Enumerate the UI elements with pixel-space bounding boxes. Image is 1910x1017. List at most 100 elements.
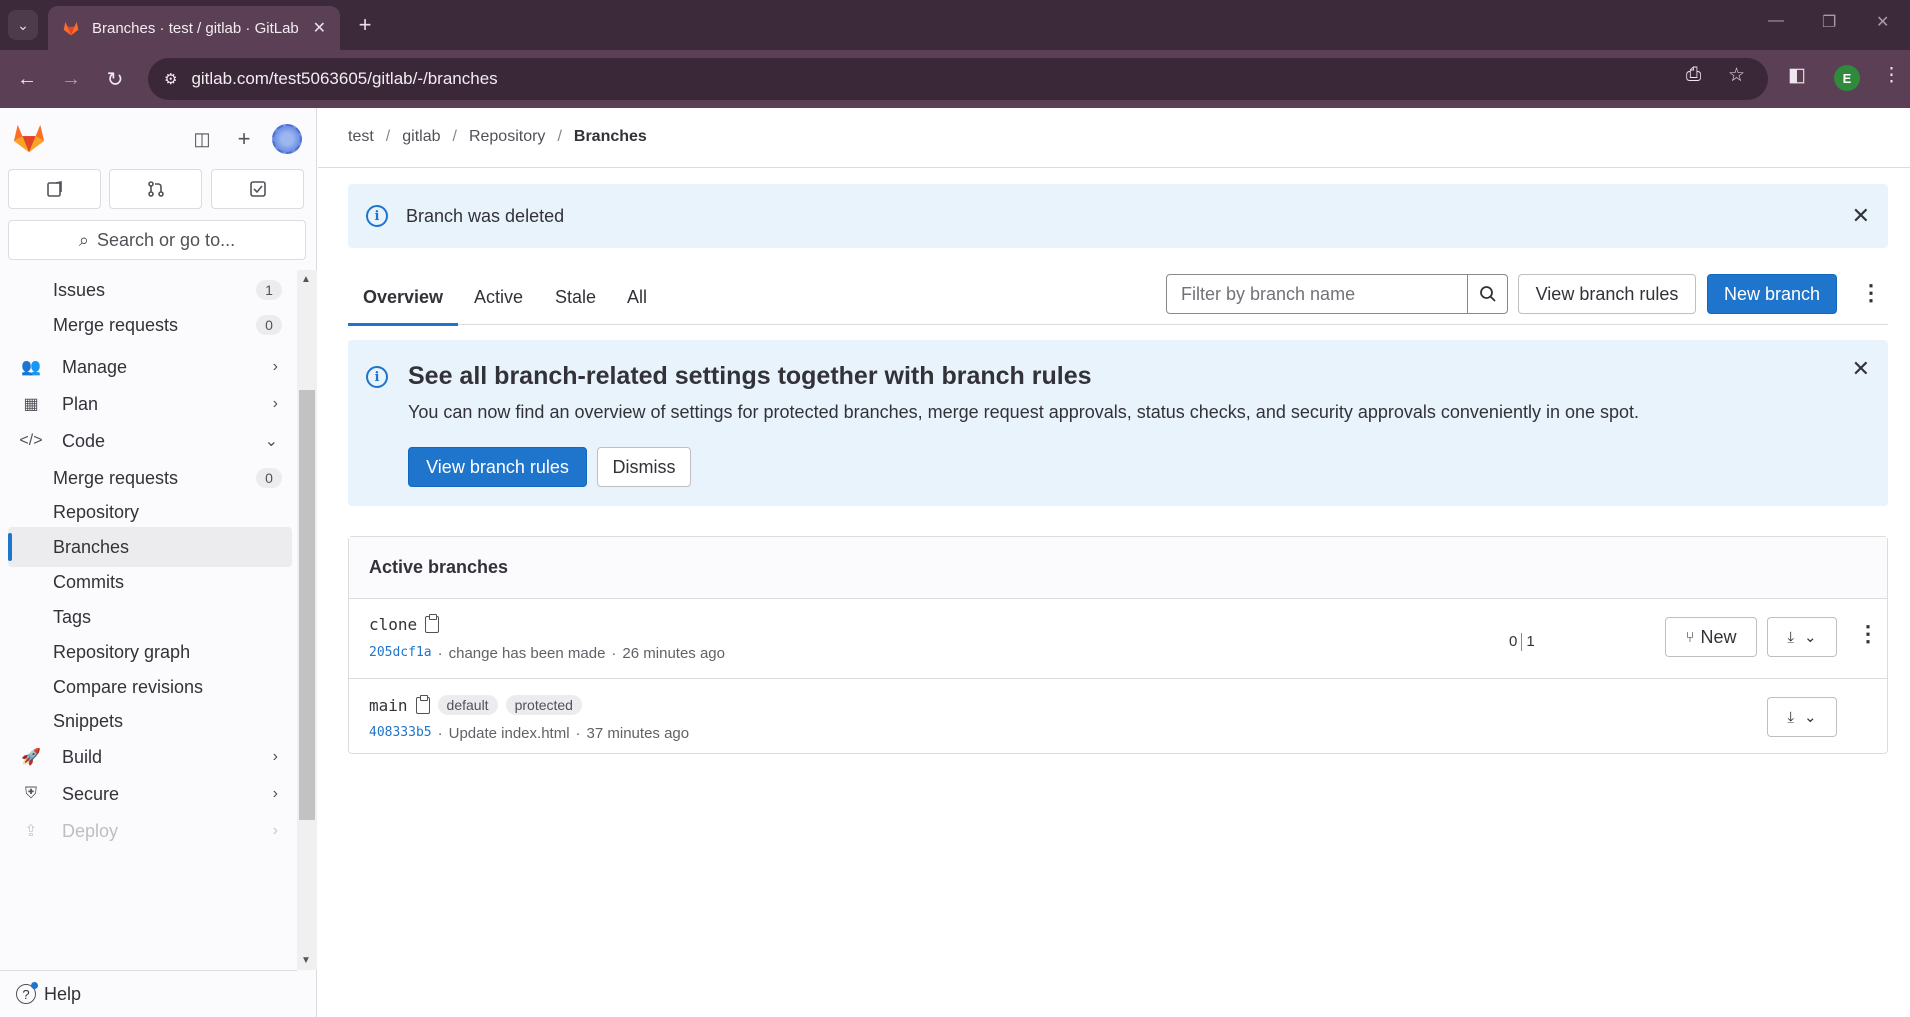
chevron-down-icon: ⌄ xyxy=(264,433,278,450)
commit-sha-link[interactable]: 205dcf1a xyxy=(369,645,432,662)
close-icon[interactable]: ✕ xyxy=(1852,203,1870,229)
divergence-divider xyxy=(1521,633,1523,651)
site-settings-icon[interactable]: ⚙ xyxy=(164,70,177,88)
sidebar-item-issues[interactable]: Issues 1 xyxy=(8,270,292,310)
rocket-icon: 🚀 xyxy=(21,749,41,766)
download-dropdown[interactable]: ⤓ ⌄ xyxy=(1767,697,1837,737)
branch-name-link[interactable]: main xyxy=(369,696,408,715)
sidebar-scrollbar[interactable]: ▲ ▼ xyxy=(297,270,317,970)
sidebar-item-snippets[interactable]: Snippets xyxy=(8,701,292,741)
promo-body: You can now find an overview of settings… xyxy=(408,402,1640,422)
tab-all[interactable]: All xyxy=(627,270,647,325)
header-divider xyxy=(318,167,1910,168)
branch-row: clone 205dcf1a · change has been made · … xyxy=(349,599,1887,677)
sidebar-item-branches[interactable]: Branches xyxy=(8,527,292,567)
protected-badge: protected xyxy=(505,695,582,715)
chevron-right-icon: › xyxy=(272,395,278,412)
download-dropdown[interactable]: ⤓ ⌄ xyxy=(1767,617,1837,657)
sidebar-item-label: Secure xyxy=(62,783,120,804)
commit-message[interactable]: Update index.html xyxy=(449,725,570,742)
tab-close-icon[interactable]: ✕ xyxy=(313,18,326,38)
collapse-sidebar-icon[interactable]: ◫ xyxy=(189,126,215,152)
restore-icon[interactable]: ❐ xyxy=(1822,12,1836,32)
branch-actions-kebab-icon[interactable]: ⋮ xyxy=(1857,621,1879,647)
branch-filter xyxy=(1166,274,1508,314)
reload-icon[interactable]: ↻ xyxy=(100,64,130,94)
commit-message[interactable]: change has been made xyxy=(449,645,606,662)
more-actions-kebab-icon[interactable]: ⋮ xyxy=(1860,280,1882,306)
sidebar-item-label: Repository graph xyxy=(53,641,191,662)
back-arrow-icon[interactable]: ← xyxy=(12,64,42,94)
commit-sha-link[interactable]: 408333b5 xyxy=(369,725,432,742)
deploy-icon: ⇪ xyxy=(24,823,38,840)
separator: · xyxy=(611,645,617,662)
sidebar-item-repository[interactable]: Repository xyxy=(8,492,292,532)
side-panel-icon[interactable]: ◧ xyxy=(1788,64,1806,87)
sidebar-item-merge-requests[interactable]: Merge requests 0 xyxy=(8,305,292,345)
tab-active[interactable]: Active xyxy=(474,270,523,325)
tab-list-chevron-icon[interactable]: ⌄ xyxy=(8,10,38,40)
merge-request-icon: ⑂ xyxy=(1685,628,1695,646)
branch-name-link[interactable]: clone xyxy=(369,615,417,634)
search-icon[interactable] xyxy=(1467,275,1507,313)
address-bar[interactable]: ⚙ gitlab.com/test5063605/gitlab/-/branch… xyxy=(148,58,1768,100)
gitlab-logo-icon[interactable] xyxy=(12,122,46,154)
tab-stale[interactable]: Stale xyxy=(555,270,596,325)
sidebar-item-label: Compare revisions xyxy=(53,676,204,697)
user-avatar[interactable] xyxy=(272,124,302,154)
browser-menu-icon[interactable]: ⋮ xyxy=(1882,64,1901,87)
install-app-icon[interactable]: ⎙ xyxy=(1686,64,1701,86)
sidebar-item-plan[interactable]: ▦ Plan › xyxy=(8,384,292,424)
new-branch-button[interactable]: New branch xyxy=(1707,274,1837,314)
copy-icon[interactable] xyxy=(425,614,440,633)
sidebar-item-commits[interactable]: Commits xyxy=(8,562,292,602)
sidebar-item-manage[interactable]: 👥 Manage › xyxy=(8,347,292,387)
sidebar-search[interactable]: ⌕ Search or go to... xyxy=(8,220,306,260)
merge-requests-shortcut-icon[interactable] xyxy=(109,169,202,209)
dismiss-button[interactable]: Dismiss xyxy=(597,447,691,487)
close-icon[interactable]: ✕ xyxy=(1852,356,1870,382)
new-tab-plus-icon[interactable]: + xyxy=(350,10,380,40)
browser-tab[interactable]: Branches · test / gitlab · GitLab ✕ xyxy=(48,6,340,50)
count-badge: 0 xyxy=(256,315,282,335)
sidebar-item-deploy[interactable]: ⇪ Deploy › xyxy=(8,811,292,851)
alert-message: Branch was deleted xyxy=(406,205,565,226)
view-branch-rules-button[interactable]: View branch rules xyxy=(1518,274,1696,314)
minimize-icon[interactable]: — xyxy=(1768,12,1784,30)
promo-view-branch-rules-button[interactable]: View branch rules xyxy=(408,447,587,487)
commits-behind: 0 xyxy=(1509,633,1518,650)
scroll-up-arrow-icon[interactable]: ▲ xyxy=(301,274,311,285)
tab-overview[interactable]: Overview xyxy=(347,270,459,326)
info-icon: i xyxy=(366,205,388,227)
count-badge: 1 xyxy=(256,280,282,300)
search-icon: ⌕ xyxy=(78,229,89,250)
new-merge-request-button[interactable]: ⑂ New xyxy=(1665,617,1757,657)
profile-avatar[interactable]: E xyxy=(1834,65,1860,91)
help-button[interactable]: ? Help xyxy=(0,970,297,1017)
count-badge: 0 xyxy=(256,468,282,488)
create-new-plus-icon[interactable]: + xyxy=(231,126,257,152)
sidebar-item-repository-graph[interactable]: Repository graph xyxy=(8,632,292,672)
scrollbar-thumb[interactable] xyxy=(299,390,315,820)
forward-arrow-icon[interactable]: → xyxy=(56,64,86,94)
breadcrumb-current[interactable]: Branches xyxy=(574,128,647,146)
issues-shortcut-icon[interactable] xyxy=(8,169,101,209)
sidebar-item-code[interactable]: </> Code ⌄ xyxy=(8,421,292,461)
breadcrumb-item[interactable]: test xyxy=(348,128,374,146)
sidebar-item-label: Merge requests xyxy=(53,467,179,488)
copy-icon[interactable] xyxy=(415,694,430,714)
browser-toolbar: ← → ↻ ⚙ gitlab.com/test5063605/gitlab/-/… xyxy=(0,50,1910,108)
breadcrumb-item[interactable]: gitlab xyxy=(402,128,440,146)
scroll-down-arrow-icon[interactable]: ▼ xyxy=(301,955,311,966)
sidebar-item-secure[interactable]: ⛨ Secure › xyxy=(8,774,292,814)
sidebar-item-build[interactable]: 🚀 Build › xyxy=(8,737,292,777)
todos-shortcut-icon[interactable] xyxy=(211,169,304,209)
breadcrumb-item[interactable]: Repository xyxy=(469,128,545,146)
sidebar-header: ◫ + xyxy=(0,108,317,168)
chevron-right-icon: › xyxy=(272,785,278,802)
filter-branch-input[interactable] xyxy=(1167,275,1467,313)
sidebar-item-tags[interactable]: Tags xyxy=(8,597,292,637)
calendar-icon: ▦ xyxy=(23,396,39,413)
window-close-icon[interactable]: ✕ xyxy=(1876,12,1889,32)
bookmark-star-icon[interactable]: ☆ xyxy=(1728,64,1745,87)
